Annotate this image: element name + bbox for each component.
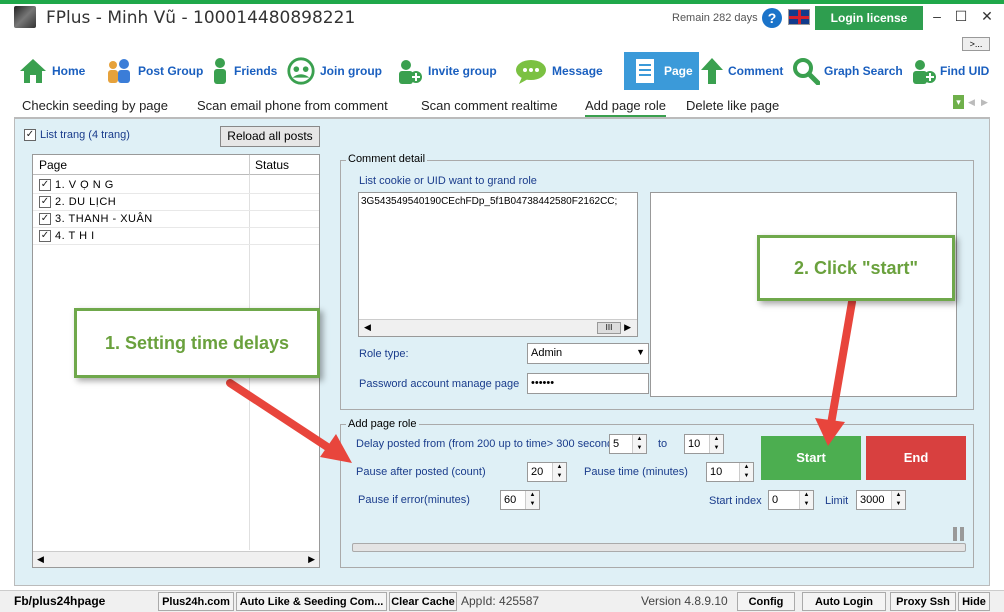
plus24h-link-button[interactable]: Plus24h.com	[158, 592, 234, 611]
proxy-ssh-button[interactable]: Proxy Ssh	[890, 592, 956, 611]
config-button[interactable]: Config	[737, 592, 795, 611]
arrow-to-start	[827, 298, 856, 428]
hide-button[interactable]: Hide	[958, 592, 990, 611]
arrow-to-delay-settings	[226, 379, 339, 456]
version-label: Version 4.8.9.10	[641, 594, 728, 608]
annotation-callout-start: 2. Click "start"	[757, 235, 955, 301]
arrow-head-start	[815, 418, 845, 446]
clear-cache-button[interactable]: Clear Cache	[389, 592, 457, 611]
annotation-callout-delays: 1. Setting time delays	[74, 308, 320, 378]
annotation-arrows	[226, 298, 856, 463]
app-id: AppId: 425587	[461, 594, 540, 608]
facebook-page-link[interactable]: Fb/plus24hpage	[14, 592, 105, 611]
auto-like-seeding-button[interactable]: Auto Like & Seeding Com...	[236, 592, 387, 611]
auto-login-button[interactable]: Auto Login	[802, 592, 886, 611]
status-bar: Fb/plus24hpage Plus24h.com Auto Like & S…	[0, 590, 1004, 612]
